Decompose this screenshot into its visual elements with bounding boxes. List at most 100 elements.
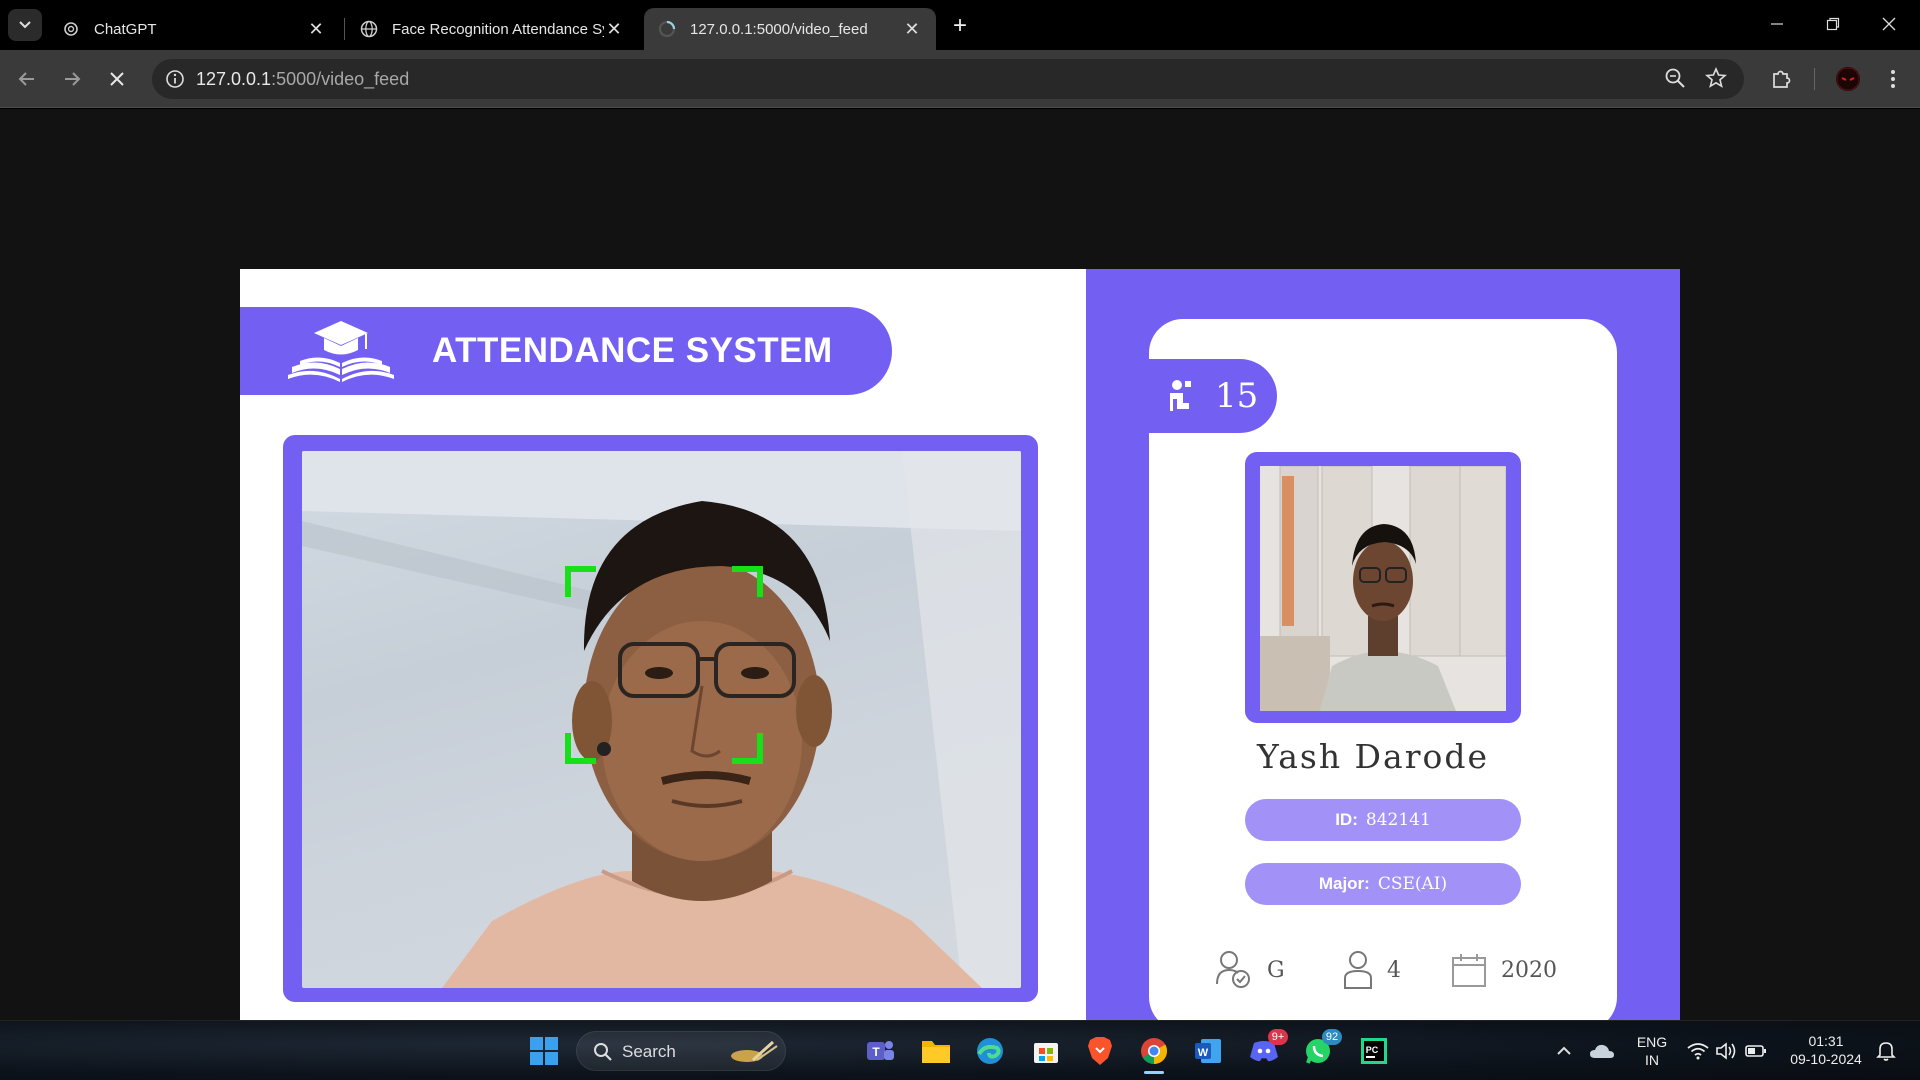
brave-icon[interactable] — [1082, 1033, 1118, 1069]
url-host: 127.0.0.1 — [196, 69, 272, 89]
camera-image — [302, 451, 1021, 988]
minimize-icon — [1771, 23, 1783, 25]
student-id-pill: ID: 842141 — [1245, 799, 1521, 841]
menu-button[interactable] — [1876, 62, 1910, 96]
forward-button[interactable] — [55, 62, 89, 96]
notifications-button[interactable] — [1868, 1033, 1904, 1069]
show-hidden-icons-button[interactable] — [1546, 1033, 1582, 1069]
right-panel: 15 Yash Darode ID: 842141 Major: CSE(AI)… — [1086, 269, 1680, 1079]
close-icon — [110, 72, 124, 86]
windows-logo-icon — [530, 1037, 558, 1065]
chrome-icon[interactable] — [1136, 1033, 1172, 1074]
banner: ATTENDANCE SYSTEM — [240, 307, 892, 395]
browser-toolbar: 127.0.0.1:5000/video_feed — [0, 50, 1920, 108]
tab-video-feed[interactable]: 127.0.0.1:5000/video_feed ✕ — [644, 8, 936, 50]
student-photo-frame — [1245, 452, 1521, 723]
whatsapp-icon[interactable]: 92 — [1300, 1029, 1342, 1069]
close-icon[interactable]: ✕ — [902, 19, 922, 39]
search-icon — [594, 1043, 612, 1061]
restore-button[interactable] — [1810, 8, 1856, 40]
taskbar-search[interactable]: Search — [576, 1031, 786, 1071]
globe-icon — [360, 20, 378, 38]
clock-date: 09-10-2024 — [1790, 1051, 1862, 1067]
left-panel: ATTENDANCE SYSTEM — [240, 269, 1085, 1079]
student-major-label: Major: — [1318, 874, 1370, 893]
minimize-button[interactable] — [1754, 8, 1800, 40]
toolbar-separator — [1814, 68, 1815, 90]
starting-year-value: 2020 — [1501, 957, 1557, 983]
file-explorer-icon[interactable] — [918, 1033, 954, 1069]
arrow-right-icon — [65, 72, 81, 86]
tab-separator — [344, 18, 345, 40]
standing-value: G — [1267, 957, 1285, 983]
start-button[interactable] — [526, 1033, 562, 1069]
tab-face-recognition[interactable]: Face Recognition Attendance Sy ✕ — [346, 8, 638, 50]
year-value: 4 — [1387, 957, 1401, 983]
student-name: Yash Darode — [1256, 737, 1489, 776]
language-secondary: IN — [1645, 1052, 1659, 1068]
restore-icon — [1826, 17, 1840, 31]
url-text: 127.0.0.1:5000/video_feed — [196, 69, 409, 90]
student-photo — [1260, 466, 1506, 711]
stop-loading-button[interactable] — [100, 62, 134, 96]
tab-chatgpt[interactable]: ChatGPT ✕ — [48, 8, 340, 50]
student-info-card: 15 Yash Darode ID: 842141 Major: CSE(AI)… — [1149, 319, 1617, 1031]
search-label: Search — [622, 1042, 676, 1061]
avatar — [1836, 67, 1860, 91]
pycharm-icon[interactable]: PC — [1356, 1033, 1392, 1069]
student-major-value: CSE(AI) — [1377, 874, 1448, 894]
user-icon — [1344, 951, 1372, 989]
taskbar: Search T W 9+ 92 PC ENG IN 01:31 09-10-2… — [0, 1020, 1920, 1080]
extensions-button[interactable] — [1764, 62, 1798, 96]
attendance-count-badge: 15 — [1149, 359, 1277, 433]
word-icon[interactable]: W — [1190, 1033, 1226, 1069]
notification-badge: 9+ — [1268, 1029, 1288, 1045]
svg-text:T: T — [872, 1045, 880, 1059]
close-icon[interactable]: ✕ — [306, 19, 326, 39]
attendance-count: 15 — [1215, 376, 1259, 416]
language-indicator[interactable]: ENG IN — [1630, 1033, 1674, 1069]
standing-stat: G — [1215, 949, 1285, 991]
tab-title: Face Recognition Attendance Sy — [392, 20, 604, 38]
url-path: :5000/video_feed — [271, 69, 410, 89]
tab-strip: ChatGPT ✕ Face Recognition Attendance Sy… — [0, 0, 1920, 50]
arrow-left-icon — [18, 72, 34, 86]
battery-icon[interactable] — [1738, 1033, 1774, 1069]
calendar-icon — [1452, 954, 1486, 987]
clock[interactable]: 01:31 09-10-2024 — [1778, 1032, 1874, 1068]
teams-icon[interactable]: T — [862, 1033, 898, 1069]
svg-text:W: W — [1198, 1047, 1209, 1059]
clock-time: 01:31 — [1808, 1033, 1844, 1049]
bookmark-star-icon[interactable] — [1705, 66, 1727, 94]
microsoft-store-icon[interactable] — [1028, 1033, 1064, 1069]
edge-icon[interactable] — [972, 1033, 1008, 1069]
chevron-up-icon — [1557, 1046, 1571, 1055]
more-vertical-icon — [1891, 70, 1895, 88]
new-tab-button[interactable]: + — [946, 12, 974, 40]
svg-text:PC: PC — [1366, 1045, 1379, 1055]
address-bar[interactable]: 127.0.0.1:5000/video_feed — [152, 59, 1744, 99]
tab-search-button[interactable] — [8, 9, 42, 41]
zoom-icon[interactable] — [1664, 67, 1686, 94]
page-title: ATTENDANCE SYSTEM — [432, 331, 833, 370]
loading-spinner-icon — [658, 20, 676, 38]
chatgpt-icon — [62, 20, 80, 38]
profile-button[interactable] — [1831, 62, 1865, 96]
student-photo-image — [1260, 466, 1506, 711]
close-icon[interactable]: ✕ — [604, 19, 624, 39]
page-viewport: ATTENDANCE SYSTEM 15 Yash Darode ID: 842… — [0, 109, 1920, 1079]
student-major-pill: Major: CSE(AI) — [1245, 863, 1521, 905]
tab-title: 127.0.0.1:5000/video_feed — [690, 20, 868, 38]
close-icon — [1882, 17, 1896, 31]
attendance-card: ATTENDANCE SYSTEM 15 Yash Darode ID: 842… — [240, 269, 1680, 1079]
info-icon[interactable] — [162, 66, 188, 92]
onedrive-icon[interactable] — [1584, 1033, 1620, 1069]
chevron-down-icon — [19, 21, 31, 29]
language-primary: ENG — [1636, 1034, 1668, 1050]
close-window-button[interactable] — [1866, 8, 1912, 40]
student-id-value: 842141 — [1365, 810, 1431, 830]
back-button[interactable] — [10, 62, 44, 96]
bell-icon — [1876, 1042, 1896, 1061]
tab-title: ChatGPT — [94, 20, 157, 38]
discord-icon[interactable]: 9+ — [1246, 1029, 1288, 1069]
